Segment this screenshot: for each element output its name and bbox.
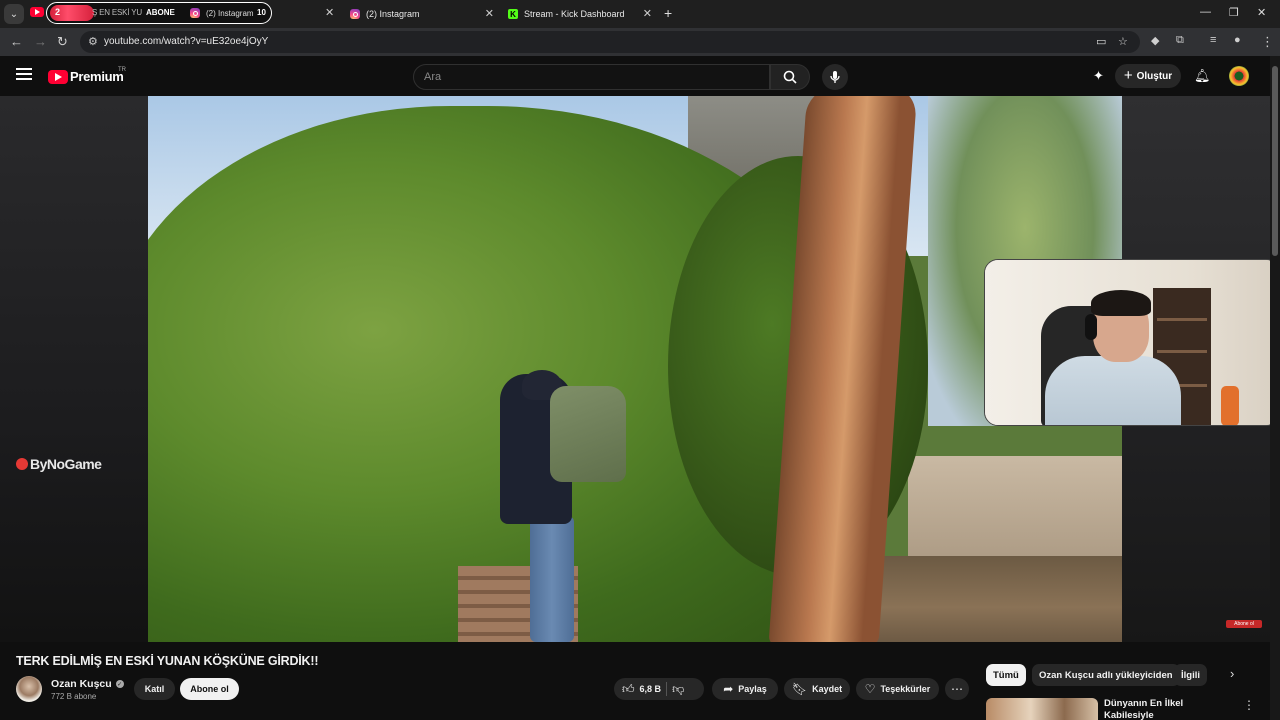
subscribe-button[interactable]: Abone ol	[180, 678, 239, 700]
cast-sparkle-icon[interactable]: ✦	[1093, 68, 1104, 84]
save-button[interactable]: 🔖︎ Kaydet	[784, 678, 850, 700]
reload-icon[interactable]: ↻	[57, 34, 68, 50]
plus-icon: +	[1123, 66, 1133, 84]
recommended-thumbnail[interactable]	[986, 698, 1098, 720]
region-code: TR	[118, 67, 126, 73]
subscriber-count: 772 B abone	[51, 692, 97, 701]
overlay-abone-label: ABONE	[146, 8, 175, 17]
video-backpack	[550, 386, 626, 482]
browser-toolbar: ← → ↻ ⚙ youtube.com/watch?v=uE32oe4jOyY …	[0, 28, 1280, 56]
create-button[interactable]: + Oluştur	[1115, 64, 1181, 88]
chevron-right-icon[interactable]: ›	[1230, 666, 1234, 681]
kick-icon: K	[508, 9, 518, 19]
overlay-count: 10	[257, 8, 266, 17]
webcam-streamer-hair	[1091, 290, 1151, 316]
forward-icon[interactable]: →	[34, 34, 47, 49]
channel-name[interactable]: Ozan Kuşcu ✓	[51, 678, 124, 690]
browser-tab-strip: ⌄ 2 Ş EN ESKİ YU ABONE (2) Instagram 10 …	[0, 0, 1280, 28]
close-icon[interactable]: ✕	[643, 7, 652, 20]
like-divider	[666, 682, 668, 696]
youtube-icon[interactable]	[30, 7, 44, 17]
webcam-streamer-shirt	[1045, 356, 1181, 425]
thanks-button[interactable]: ♡ Teşekkürler	[856, 678, 939, 700]
notifications-bell-icon[interactable]: 🔔︎	[1194, 68, 1211, 84]
minimize-icon[interactable]: —	[1200, 6, 1211, 18]
more-vertical-icon[interactable]: ⋮	[1243, 698, 1255, 712]
video-title: TERK EDİLMİŞ EN ESKİ YUNAN KÖŞKÜNE GİRDİ…	[16, 654, 319, 668]
voice-search-button[interactable]	[822, 64, 848, 90]
join-button[interactable]: Katıl	[134, 678, 175, 700]
video-person-legs	[530, 516, 574, 642]
chip-related[interactable]: İlgili	[1174, 664, 1207, 686]
more-actions-button[interactable]: ⋯	[945, 678, 969, 700]
profile-icon[interactable]: ●	[1234, 34, 1241, 46]
bynogame-logo: ByNoGame	[16, 456, 102, 472]
scrollbar-thumb[interactable]	[1272, 66, 1278, 256]
share-button[interactable]: ➦ Paylaş	[712, 678, 778, 700]
close-window-icon[interactable]: ✕	[1257, 6, 1266, 19]
youtube-play-icon	[48, 69, 68, 84]
close-icon[interactable]: ✕	[485, 7, 494, 20]
chip-all[interactable]: Tümü	[986, 664, 1026, 686]
restore-icon[interactable]: ❐	[1229, 6, 1239, 19]
extension-diamond-icon[interactable]: ◆	[1151, 34, 1159, 47]
instagram-icon	[350, 9, 360, 19]
video-player[interactable]	[148, 96, 1122, 642]
tab-search-button[interactable]: ⌄	[4, 4, 24, 24]
verified-check-icon: ✓	[115, 680, 124, 688]
new-tab-button[interactable]: +	[664, 5, 672, 21]
hamburger-menu-icon[interactable]	[16, 68, 32, 80]
overlay-instagram: (2) Instagram	[190, 8, 254, 18]
chip-from-uploader[interactable]: Ozan Kuşcu adlı yükleyiciden	[1032, 664, 1180, 686]
thumbs-up-icon[interactable]: 👍︎	[622, 682, 635, 697]
tab-kick-dashboard[interactable]: K Stream - Kick Dashboard ✕	[504, 4, 656, 24]
search-input[interactable]: Ara	[413, 64, 770, 90]
close-icon[interactable]: ✕	[325, 6, 334, 19]
heart-dollar-icon: ♡	[864, 682, 876, 696]
overlay-tab-title: Ş EN ESKİ YU	[92, 8, 142, 17]
microphone-icon	[830, 71, 840, 83]
recommended-title[interactable]: Dünyanın En İlkel Kabilesiyle MAYMUN Avı…	[1104, 698, 1226, 720]
webcam-bottle	[1221, 386, 1239, 425]
address-bar[interactable]: ⚙ youtube.com/watch?v=uE32oe4jOyY ▭ ☆	[80, 31, 1140, 53]
channel-avatar[interactable]	[16, 676, 42, 702]
youtube-masthead: Premium TR Ara ✦ + Oluştur 🔔︎	[0, 56, 1280, 96]
headset-icon	[1085, 314, 1097, 340]
share-arrow-icon: ➦	[723, 682, 734, 696]
search-button[interactable]	[770, 64, 810, 90]
url-text: youtube.com/watch?v=uE32oe4jOyY	[104, 36, 269, 47]
youtube-logo[interactable]: Premium	[48, 69, 124, 84]
like-count[interactable]: 6,8 B	[640, 684, 662, 694]
bynogame-mark-icon	[16, 458, 28, 470]
bookmark-star-icon[interactable]: ☆	[1118, 35, 1128, 48]
thumbs-down-icon[interactable]: 👎︎	[672, 682, 684, 697]
cast-icon[interactable]: ▭	[1096, 35, 1106, 48]
webcam-overlay	[984, 259, 1280, 426]
extensions-puzzle-icon[interactable]: ⧉	[1176, 34, 1184, 47]
notification-badge: 2	[50, 5, 94, 21]
back-icon[interactable]: ←	[10, 34, 23, 49]
subscribe-watermark: Abone ol	[1226, 620, 1262, 628]
site-info-icon[interactable]: ⚙	[88, 35, 98, 48]
search-icon	[783, 70, 797, 84]
instagram-icon	[190, 8, 200, 18]
tab-instagram[interactable]: (2) Instagram ✕	[346, 4, 498, 24]
menu-kebab-icon[interactable]: ⋮	[1261, 34, 1274, 50]
bookmark-icon: 🔖︎	[791, 682, 808, 696]
like-dislike-group: 👍︎ 6,8 B 👎︎	[614, 678, 704, 700]
account-avatar[interactable]	[1229, 66, 1249, 86]
player-left-backdrop: ByNoGame	[0, 96, 148, 642]
more-horizontal-icon: ⋯	[951, 682, 963, 696]
reading-list-icon[interactable]: ≡	[1210, 34, 1216, 46]
